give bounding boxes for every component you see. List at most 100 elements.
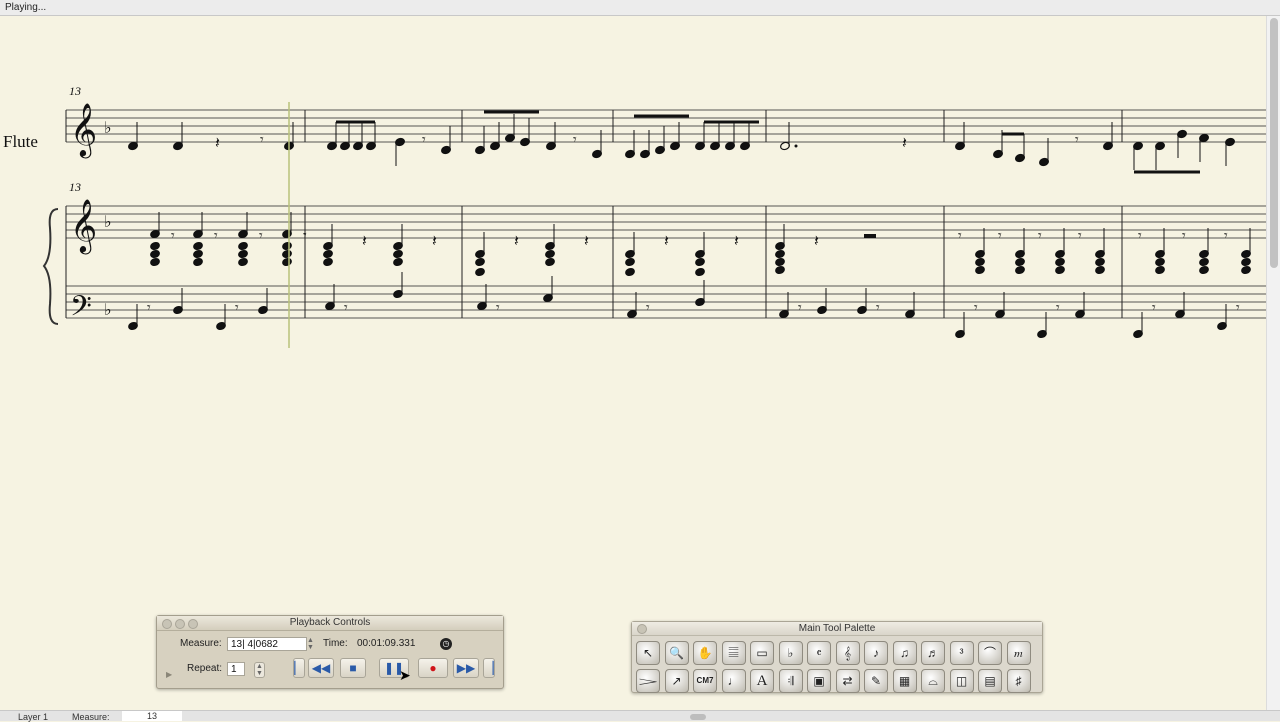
rest: 𝄽 [215, 133, 220, 152]
treble-clef-icon-piano: 𝄞 [70, 198, 97, 254]
clef-icon[interactable]: 𝄞 [835, 641, 860, 665]
expression-icon[interactable]: 𝆐 [1006, 641, 1031, 665]
repeat-stepper[interactable]: ▲ ▼ [254, 662, 265, 678]
selection-icon[interactable]: ↖ [636, 641, 660, 665]
scroll-thumb[interactable] [1270, 18, 1278, 268]
horizontal-scroll-thumb[interactable] [690, 714, 706, 720]
transpose-icon[interactable]: ♯ [1006, 669, 1031, 693]
measure-field[interactable]: 13| 4|0682 [227, 637, 307, 651]
flat-key-sig-piano: ♭ [104, 212, 112, 231]
hand-icon[interactable]: ✋ [693, 641, 717, 665]
measure-icon[interactable]: ▭ [750, 641, 774, 665]
graphics-icon[interactable]: ▣ [807, 669, 831, 693]
smart-shape-icon[interactable]: ⌒ [978, 641, 1002, 665]
mass-edit-icon[interactable]: ▦ [892, 669, 917, 693]
eighth-rest: 𝄾 [214, 228, 218, 244]
text-icon[interactable]: A [750, 669, 774, 693]
chord-note [1055, 265, 1065, 275]
eighth-rest: 𝄾 [1236, 300, 1240, 316]
chord-note [695, 267, 705, 277]
eighth-rest: 𝄾 [1078, 228, 1082, 244]
fast-forward-button[interactable]: ▶▶ [453, 658, 479, 678]
chord-note [625, 257, 635, 267]
eighth-rest: 𝄾 [1224, 228, 1228, 244]
close-icon[interactable] [162, 619, 172, 629]
special-tools-icon[interactable]: ✎ [864, 669, 888, 693]
mouse-pointer-icon: ➤ [399, 667, 411, 683]
chord-note [323, 257, 333, 267]
tuplet-icon[interactable]: ³ [949, 641, 974, 665]
resize-icon[interactable]: ⌓ [921, 669, 945, 693]
layer-selector[interactable]: Layer 1 [18, 712, 48, 722]
chord-note [1015, 257, 1025, 267]
eighth-rest: 𝄾 [798, 300, 802, 316]
repeat-icon[interactable]: 𝄇 [778, 669, 803, 693]
bottom-measure-label: Measure: [72, 712, 110, 722]
time-signature-icon[interactable]: 𝄴 [807, 641, 831, 665]
eighth-rest: 𝄾 [1138, 228, 1142, 244]
main-tool-palette[interactable]: Main Tool Palette ↖ 🔍 ✋ 𝄚 ▭ ♭ 𝄴 𝄞 ♪ ♫ ♬ ³ ⌒ 𝆐 𝆓 ↗ CM7 ♩ A 𝄇… [631, 621, 1043, 693]
chord-note [238, 257, 248, 267]
playback-controls-window[interactable]: Playback Controls Measure: 13| 4|0682 ▲ ▼… [156, 615, 504, 689]
hyperscribe-icon[interactable]: ♬ [921, 641, 945, 665]
eighth-rest: 𝄾 [259, 228, 263, 244]
go-to-start-icon: ▏ [294, 661, 304, 675]
score-page[interactable]: Flute 13 13 𝄞 𝄞 𝄢 ♭ ♭ ♭ 𝄽 𝄾 𝄾 𝄾 𝄽 𝄾 𝄾 𝄾 𝄾 𝄾 𝄽 𝄽 𝄽 𝄽 𝄽 𝄽… [0, 16, 1266, 710]
palette-title: Main Tool Palette [798, 623, 876, 634]
chord-note [393, 249, 403, 259]
chord-note [282, 241, 292, 251]
page-layout-icon[interactable]: ▤ [978, 669, 1002, 693]
simple-entry-icon[interactable]: ♪ [864, 641, 888, 665]
end-button[interactable]: ▕ [483, 658, 495, 678]
chord-note [695, 257, 705, 267]
palette-title-bar[interactable]: Main Tool Palette [632, 622, 1042, 636]
articulation-icon[interactable]: 𝆓 [636, 669, 660, 693]
note-mover-icon[interactable]: ↗ [664, 669, 689, 693]
chord-note [1055, 257, 1065, 267]
time-value: 00:01:09.331 [357, 638, 416, 649]
eighth-rest: 𝄾 [958, 228, 962, 244]
lyrics-icon[interactable]: ♩ [721, 669, 746, 693]
eighth-rest: 𝄾 [1075, 132, 1079, 148]
key-signature-icon[interactable]: ♭ [778, 641, 803, 665]
record-button[interactable]: ● [418, 658, 448, 678]
chord-note [193, 257, 203, 267]
eighth-rest: 𝄾 [171, 228, 175, 244]
disclosure-triangle-icon[interactable]: ▶ [166, 670, 172, 679]
whole-rest [864, 234, 876, 238]
staff-icon[interactable]: 𝄚 [721, 641, 746, 665]
start-button[interactable]: ▏ [293, 658, 305, 678]
clock-icon[interactable]: ◷ [440, 638, 452, 650]
dot [794, 144, 798, 148]
flat-key-sig-bass: ♭ [104, 300, 112, 319]
chord-note [975, 257, 985, 267]
zoom-window-icon[interactable] [188, 619, 198, 629]
playback-title-bar[interactable]: Playback Controls [157, 616, 503, 631]
mirror-icon[interactable]: ⇄ [835, 669, 860, 693]
chord-note [1241, 265, 1251, 275]
palette-close-icon[interactable] [637, 624, 647, 634]
chord-note [1241, 257, 1251, 267]
stop-button[interactable]: ■ [340, 658, 366, 678]
chord-note [475, 257, 485, 267]
minimize-icon[interactable] [175, 619, 185, 629]
vertical-scrollbar[interactable] [1266, 16, 1280, 710]
rest: 𝄽 [734, 231, 739, 250]
rest: 𝄽 [814, 231, 819, 250]
chord-note [775, 265, 785, 275]
rest: 𝄽 [902, 133, 907, 152]
repeat-label: Repeat: [187, 663, 223, 674]
measure-stepper[interactable]: ▲ ▼ [306, 637, 315, 651]
eighth-rest: 𝄾 [147, 300, 151, 316]
clefs: 𝄞 𝄞 𝄢 ♭ ♭ ♭ [70, 102, 112, 330]
score-notation[interactable]: 𝄞 𝄞 𝄢 ♭ ♭ ♭ 𝄽 𝄾 𝄾 𝄾 𝄽 𝄾 𝄾 𝄾 𝄾 𝄾 𝄽 𝄽 𝄽 𝄽 𝄽 𝄽 𝄽 𝄾 𝄾 𝄾 𝄾 𝄾 𝄾 𝄾 𝄾 𝄾 𝄾 𝄾… [0, 16, 1266, 376]
ossia-icon[interactable]: ◫ [949, 669, 974, 693]
window-controls[interactable] [162, 619, 201, 634]
zoom-icon[interactable]: 🔍 [664, 641, 689, 665]
repeat-field[interactable]: 1 [227, 662, 245, 676]
speedy-entry-icon[interactable]: ♫ [892, 641, 917, 665]
eighth-rest: 𝄾 [235, 300, 239, 316]
rewind-button[interactable]: ◀◀ [308, 658, 334, 678]
bottom-status-bar: Layer 1 Measure: 13 [0, 710, 1280, 722]
chord-icon[interactable]: CM7 [693, 669, 717, 693]
